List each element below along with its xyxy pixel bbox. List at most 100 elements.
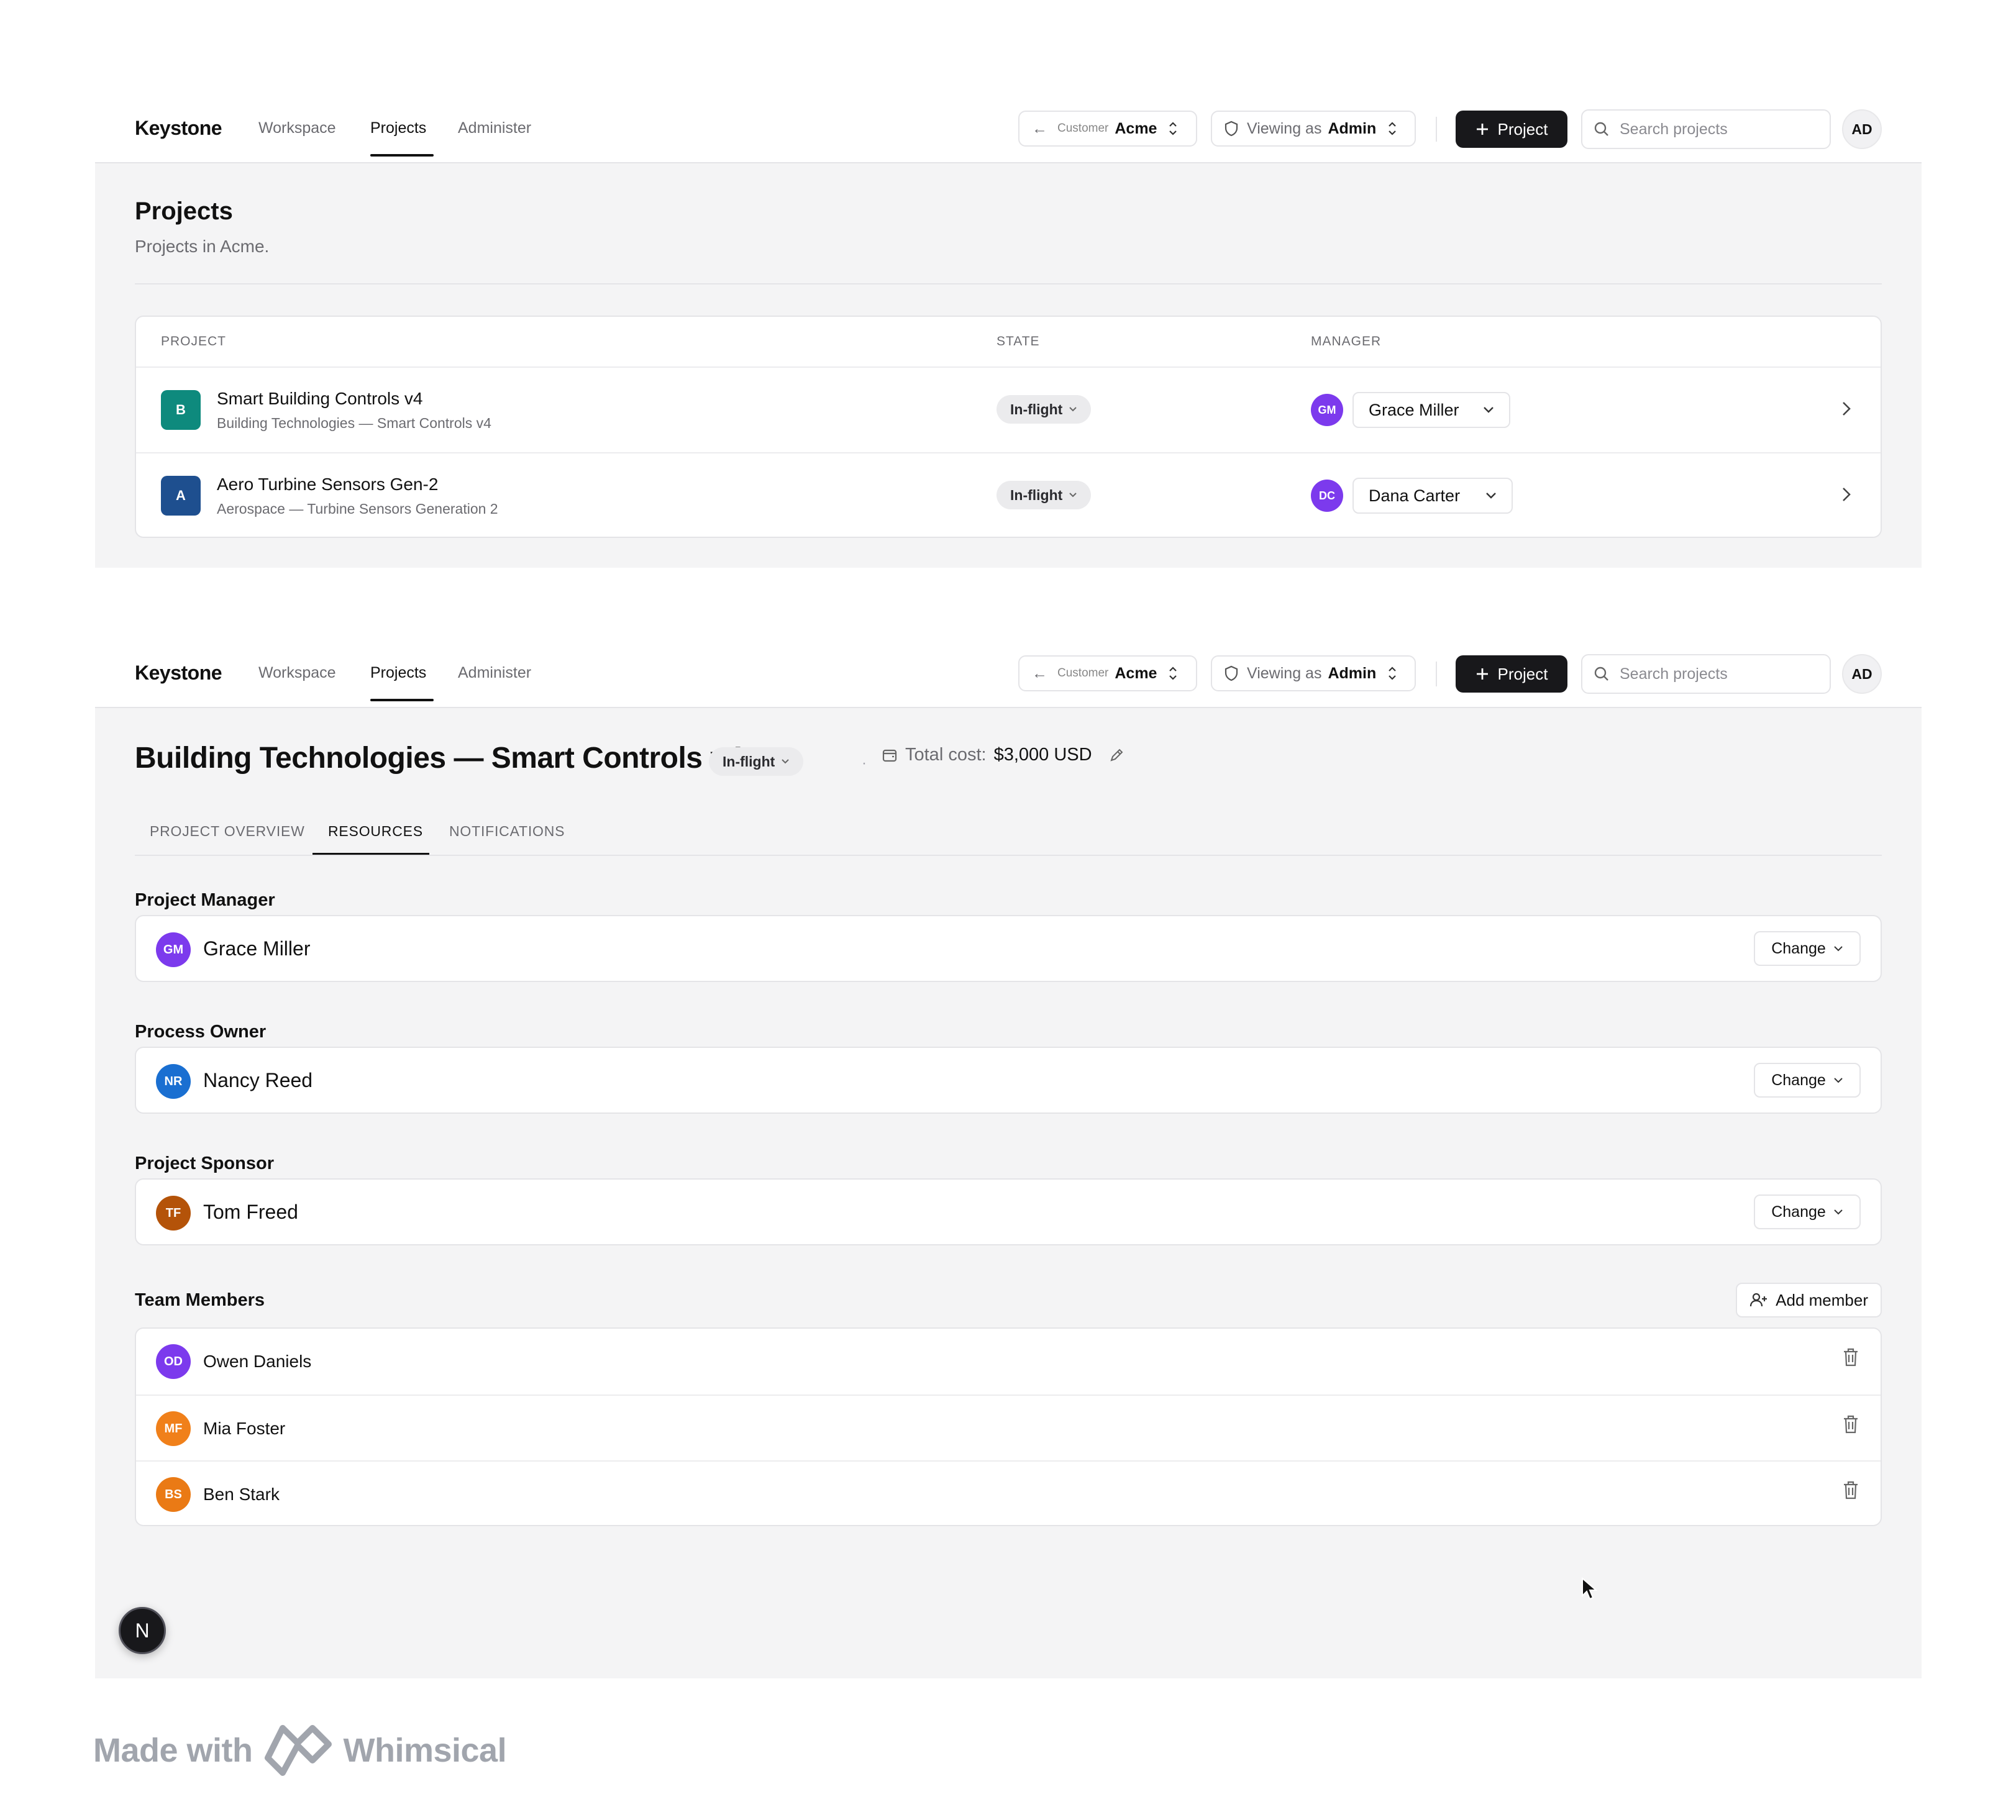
new-project-button[interactable]: Project bbox=[1456, 655, 1567, 693]
projects-list-frame: Keystone Workspace Projects Administer ←… bbox=[95, 98, 1922, 568]
nav-workspace[interactable]: Workspace bbox=[258, 664, 336, 682]
chevron-down-icon bbox=[1069, 407, 1077, 412]
avatar: BS bbox=[156, 1477, 191, 1512]
avatar: TF bbox=[156, 1196, 191, 1231]
customer-value: Acme bbox=[1115, 664, 1157, 682]
separator-dot: · bbox=[862, 755, 867, 771]
customer-switcher[interactable]: ← Customer Acme bbox=[1018, 655, 1197, 691]
search-placeholder: Search projects bbox=[1620, 120, 1728, 138]
change-button[interactable]: Change bbox=[1754, 1194, 1861, 1229]
change-label: Change bbox=[1771, 939, 1826, 957]
manager-select[interactable]: Dana Carter bbox=[1352, 478, 1513, 514]
add-member-button[interactable]: Add member bbox=[1736, 1283, 1882, 1317]
member-name: Ben Stark bbox=[203, 1485, 280, 1504]
made-with-text: Made with bbox=[93, 1732, 253, 1769]
updown-chevron-icon bbox=[1169, 667, 1177, 680]
viewing-as-switcher[interactable]: Viewing as Admin bbox=[1211, 655, 1416, 691]
manager-avatar: DC bbox=[1311, 480, 1343, 512]
tab-project-overview[interactable]: PROJECT OVERVIEW bbox=[150, 823, 305, 840]
project-title: Building Technologies — Smart Controls v… bbox=[135, 742, 743, 775]
page-title: Projects bbox=[135, 198, 233, 225]
viewing-as-switcher[interactable]: Viewing as Admin bbox=[1211, 111, 1416, 147]
chevron-down-icon bbox=[1834, 1078, 1843, 1083]
tab-resources[interactable]: RESOURCES bbox=[328, 823, 423, 840]
team-members-label: Team Members bbox=[135, 1290, 265, 1310]
arrow-left-icon: ← bbox=[1032, 119, 1047, 137]
manager-select[interactable]: Grace Miller bbox=[1352, 392, 1510, 428]
trash-icon[interactable] bbox=[1842, 1480, 1859, 1500]
projects-table: PROJECT STATE MANAGER B Smart Building C… bbox=[135, 316, 1882, 538]
viewing-value: Admin bbox=[1328, 119, 1377, 137]
viewing-label: Viewing as bbox=[1247, 119, 1322, 137]
tab-notifications[interactable]: NOTIFICATIONS bbox=[449, 823, 565, 840]
person-name: Tom Freed bbox=[203, 1201, 298, 1223]
project-name[interactable]: Aero Turbine Sensors Gen-2 bbox=[217, 475, 438, 494]
search-placeholder: Search projects bbox=[1620, 665, 1728, 683]
customer-label: Customer bbox=[1057, 667, 1109, 680]
manager-name: Grace Miller bbox=[1369, 400, 1459, 419]
nav-workspace[interactable]: Workspace bbox=[258, 119, 336, 137]
search-box[interactable]: Search projects bbox=[1581, 109, 1831, 149]
nav-projects[interactable]: Projects bbox=[370, 664, 426, 682]
chevron-down-icon bbox=[1486, 493, 1496, 499]
pencil-icon[interactable] bbox=[1108, 747, 1124, 763]
brand-logo[interactable]: Keystone bbox=[135, 117, 222, 140]
viewing-label: Viewing as bbox=[1247, 664, 1322, 682]
project-sponsor-label: Project Sponsor bbox=[135, 1153, 274, 1173]
customer-switcher[interactable]: ← Customer Acme bbox=[1018, 111, 1197, 147]
search-box[interactable]: Search projects bbox=[1581, 654, 1831, 694]
process-owner-label: Process Owner bbox=[135, 1022, 267, 1042]
nav-administer[interactable]: Administer bbox=[458, 664, 531, 682]
list-item: OD Owen Daniels bbox=[136, 1329, 1881, 1395]
project-manager-label: Project Manager bbox=[135, 890, 275, 910]
change-button[interactable]: Change bbox=[1754, 1063, 1861, 1098]
change-button[interactable]: Change bbox=[1754, 931, 1861, 966]
chevron-right-icon[interactable] bbox=[1841, 400, 1852, 417]
customer-value: Acme bbox=[1115, 119, 1157, 137]
top-header: Keystone Workspace Projects Administer ←… bbox=[95, 643, 1922, 708]
wallet-icon bbox=[882, 749, 897, 762]
user-avatar[interactable]: AD bbox=[1842, 654, 1882, 694]
state-dropdown[interactable]: In-flight bbox=[709, 747, 804, 776]
new-project-label: Project bbox=[1497, 664, 1548, 683]
cost-value: $3,000 USD bbox=[993, 745, 1092, 765]
project-subtitle: Aerospace — Turbine Sensors Generation 2 bbox=[217, 501, 498, 517]
team-members-list: OD Owen Daniels MF Mia Foster BS Ben Sta… bbox=[135, 1327, 1882, 1526]
column-header-state: STATE bbox=[997, 334, 1040, 348]
add-member-label: Add member bbox=[1776, 1290, 1868, 1309]
cost-label: Total cost: bbox=[905, 745, 987, 765]
chevron-right-icon[interactable] bbox=[1841, 486, 1852, 503]
trash-icon[interactable] bbox=[1842, 1414, 1859, 1434]
project-name[interactable]: Smart Building Controls v4 bbox=[217, 389, 422, 409]
project-subtitle: Building Technologies — Smart Controls v… bbox=[217, 415, 491, 431]
mouse-cursor-icon bbox=[1582, 1577, 1597, 1600]
nav-administer[interactable]: Administer bbox=[458, 119, 531, 137]
chevron-down-icon bbox=[1834, 946, 1843, 952]
avatar: GM bbox=[156, 932, 191, 967]
avatar: OD bbox=[156, 1344, 191, 1379]
nav-projects[interactable]: Projects bbox=[370, 119, 426, 137]
header-divider bbox=[1436, 117, 1437, 142]
table-row[interactable]: A Aero Turbine Sensors Gen-2 Aerospace —… bbox=[136, 452, 1881, 537]
user-plus-icon bbox=[1750, 1293, 1767, 1307]
table-row[interactable]: B Smart Building Controls v4 Building Te… bbox=[136, 366, 1881, 452]
updown-chevron-icon bbox=[1169, 122, 1177, 135]
user-avatar[interactable]: AD bbox=[1842, 109, 1882, 149]
manager-avatar: GM bbox=[1311, 394, 1343, 426]
state-dropdown[interactable]: In-flight bbox=[997, 395, 1092, 424]
project-detail-frame: Keystone Workspace Projects Administer ←… bbox=[95, 643, 1922, 1678]
dev-tools-button[interactable]: N bbox=[119, 1607, 166, 1654]
total-cost: Total cost: $3,000 USD bbox=[882, 745, 1124, 765]
list-item: MF Mia Foster bbox=[136, 1395, 1881, 1460]
new-project-button[interactable]: Project bbox=[1456, 111, 1567, 148]
trash-icon[interactable] bbox=[1842, 1347, 1859, 1367]
person-name: Grace Miller bbox=[203, 937, 311, 960]
avatar: MF bbox=[156, 1411, 191, 1446]
project-manager-card: GM Grace Miller Change bbox=[135, 915, 1882, 982]
brand-logo[interactable]: Keystone bbox=[135, 662, 222, 685]
nav-active-indicator bbox=[370, 154, 434, 157]
viewing-value: Admin bbox=[1328, 664, 1377, 682]
state-dropdown[interactable]: In-flight bbox=[997, 481, 1092, 509]
tabs-divider bbox=[135, 855, 1882, 856]
state-label: In-flight bbox=[1010, 401, 1063, 417]
